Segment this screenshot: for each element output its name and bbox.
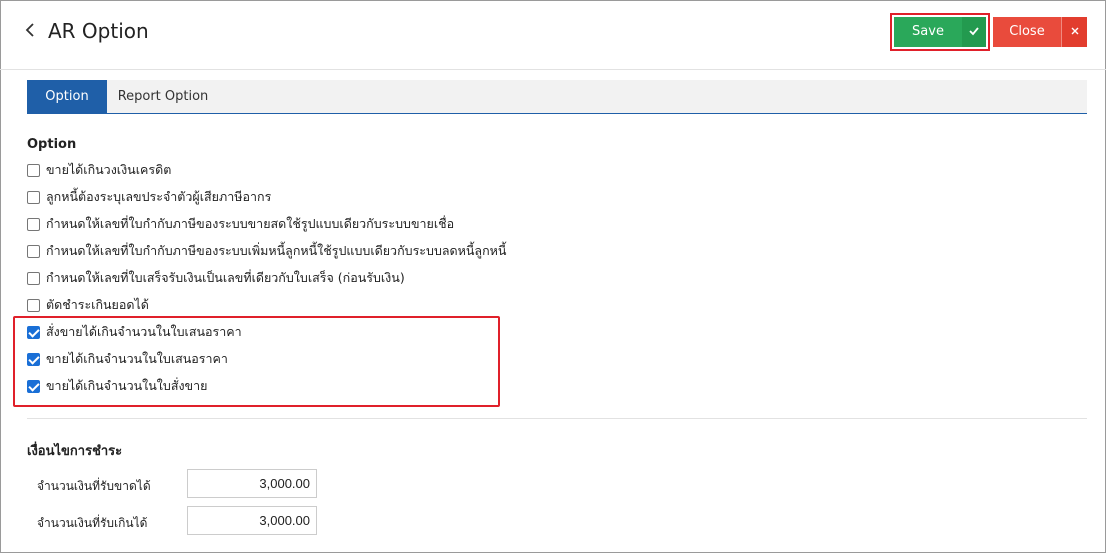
payment-section-title: เงื่อนไขการชำระ [27,444,123,459]
field-label-short-amount: จำนวนเงินที่รับขาดได้ [37,479,151,493]
checkbox[interactable] [27,271,40,285]
section-divider [27,418,1087,419]
option-label: ลูกหนี้ต้องระบุเลขประจำตัวผู้เสียภาษีอาก… [46,189,272,204]
checkbox[interactable] [27,217,40,231]
tab-report-option[interactable]: Report Option [107,80,219,114]
option-label: กำหนดให้เลขที่ใบกำกับภาษีของระบบขายสดใช้… [46,216,455,231]
checkbox[interactable] [27,244,40,258]
checkbox[interactable] [27,298,40,312]
option-item: กำหนดให้เลขที่ใบกำกับภาษีของระบบเพิ่มหนี… [27,242,506,260]
short-amount-input[interactable] [187,469,317,498]
over-amount-input[interactable] [187,506,317,535]
tab-bar: Option Report Option [27,80,1087,114]
save-button[interactable]: Save [894,17,962,47]
checked-options-highlight-box [13,316,500,407]
option-item: ลูกหนี้ต้องระบุเลขประจำตัวผู้เสียภาษีอาก… [27,188,271,206]
option-item: กำหนดให้เลขที่ใบเสร็จรับเงินเป็นเลขที่เด… [27,269,405,287]
option-label: ตัดชำระเกินยอดได้ [46,297,149,312]
option-item: ขายได้เกินวงเงินเครดิต [27,161,171,179]
option-section-title: Option [27,137,77,152]
field-label-over-amount: จำนวนเงินที่รับเกินได้ [37,516,148,530]
option-label: กำหนดให้เลขที่ใบเสร็จรับเงินเป็นเลขที่เด… [46,270,405,285]
close-button[interactable]: Close [993,17,1061,47]
chevron-left-icon[interactable] [24,22,42,42]
tab-option[interactable]: Option [27,80,107,114]
x-icon[interactable] [1061,17,1087,47]
option-item: กำหนดให้เลขที่ใบกำกับภาษีของระบบขายสดใช้… [27,215,454,233]
option-label: ขายได้เกินวงเงินเครดิต [46,162,172,177]
check-icon[interactable] [962,17,986,47]
option-label: กำหนดให้เลขที่ใบกำกับภาษีของระบบเพิ่มหนี… [46,243,507,258]
checkbox[interactable] [27,163,40,177]
checkbox[interactable] [27,190,40,204]
option-item: ตัดชำระเกินยอดได้ [27,296,149,314]
page-title: AR Option [48,19,149,43]
